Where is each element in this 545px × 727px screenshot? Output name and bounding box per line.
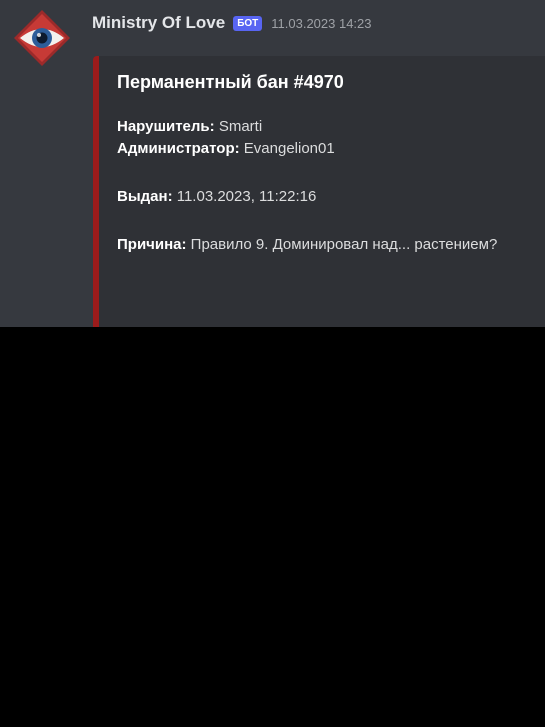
issued-value: 11.03.2023, 11:22:16 [176,188,317,205]
ban-embed: Перманентный бан #4970 Нарушитель: Smart… [93,56,545,327]
issued-label: Выдан: [117,188,173,205]
embed-body: Нарушитель: Smarti Администратор: Evange… [117,116,537,256]
admin-row: Администратор: Evangelion01 [117,138,537,160]
violator-value: Smarti [218,118,263,135]
issued-row: Выдан: 11.03.2023, 11:22:16 [117,186,537,208]
avatar[interactable] [12,8,72,68]
bot-badge: БОТ [233,15,263,31]
reason-value: Правило 9. Доминировал над... растением? [190,236,498,253]
violator-label: Нарушитель: [117,118,215,135]
message-header: Ministry Of Love БОТ 11.03.2023 14:23 [92,13,372,33]
violator-row: Нарушитель: Smarti [117,116,537,138]
embed-title: Перманентный бан #4970 [117,72,344,92]
reason-row: Причина: Правило 9. Доминировал над... р… [117,234,537,256]
admin-value: Evangelion01 [243,140,335,157]
author-name[interactable]: Ministry Of Love [92,13,225,33]
message-timestamp: 11.03.2023 14:23 [271,15,372,31]
admin-label: Администратор: [117,140,240,157]
chat-message: Ministry Of Love БОТ 11.03.2023 14:23 Пе… [0,0,545,327]
reason-label: Причина: [117,236,187,253]
eye-icon [14,10,70,66]
